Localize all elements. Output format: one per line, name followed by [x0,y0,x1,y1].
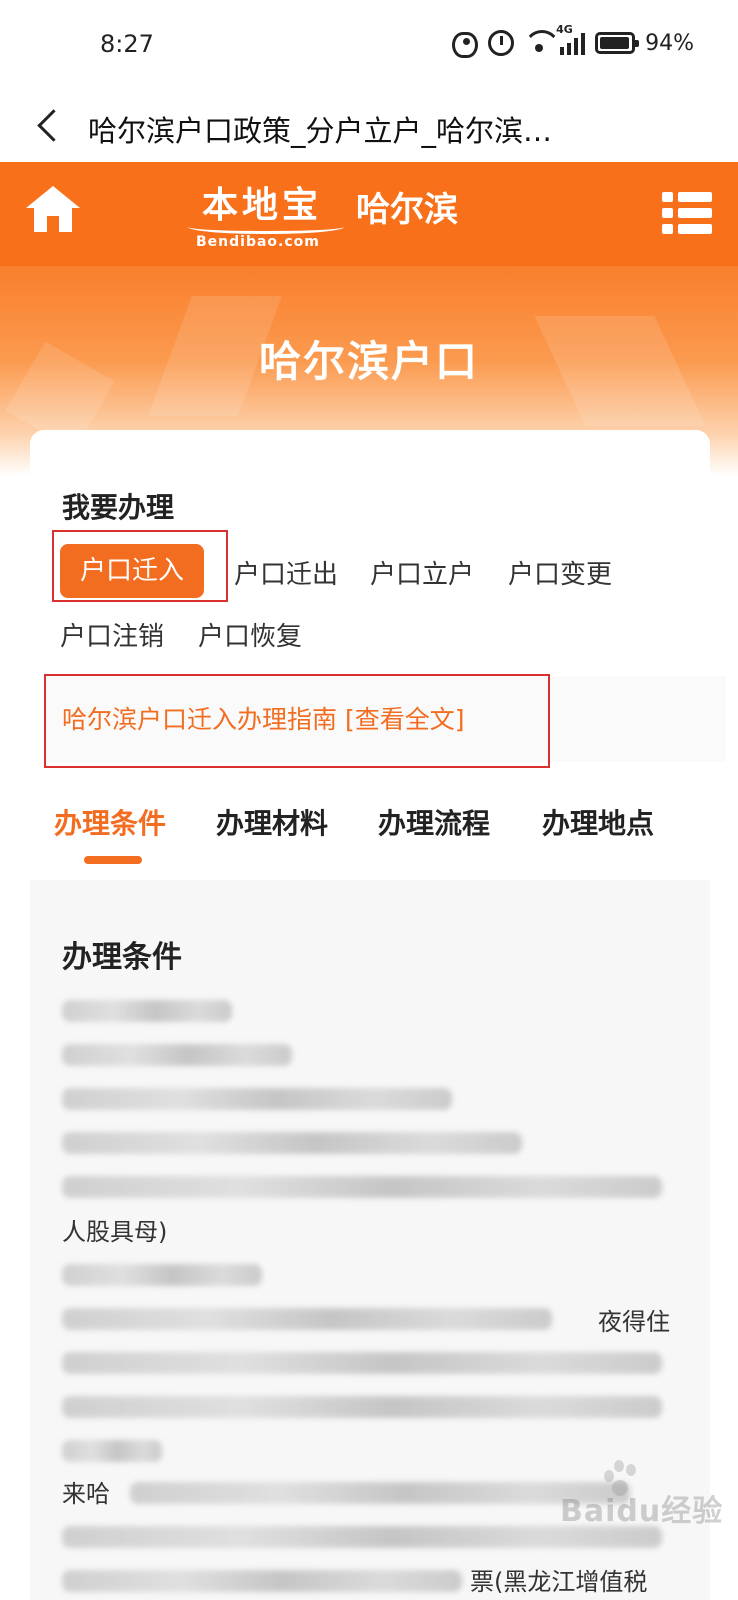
site-logo[interactable]: 本地宝 Bendibao.com [188,176,348,252]
section-heading: 我要办理 [62,491,175,524]
blurred-text-line [62,1308,552,1330]
site-header: 本地宝 Bendibao.com 哈尔滨 [0,162,738,266]
tag-hukou-cancel[interactable]: 户口注销 [60,616,164,653]
blurred-text-line [62,1088,452,1110]
eye-icon [452,32,479,58]
logo-subtext: Bendibao.com [196,234,320,250]
watermark: Baidu经验 [560,1494,724,1529]
battery-icon [595,32,640,54]
tab-location[interactable]: 办理地点 [542,802,654,842]
battery-level: 94% [645,30,694,56]
banner-title: 哈尔滨户口 [258,337,479,386]
tag-hukou-restore[interactable]: 户口恢复 [198,616,302,653]
service-card: 我要办理 户口迁入 户口迁出 户口立户 户口变更 户口注销 户口恢复 哈尔滨户口… [30,430,726,1600]
highlight-box-tag [52,530,228,602]
tab-conditions[interactable]: 办理条件 [54,802,166,842]
blurred-text-line [62,1352,662,1374]
wifi-icon [524,30,550,56]
back-arrow-icon[interactable] [30,104,70,148]
signal-icon: 4G [556,23,586,55]
tab-bar: 办理条件 办理材料 办理流程 办理地点 [30,802,710,872]
alarm-icon [488,30,515,56]
menu-icon[interactable] [662,192,712,234]
tab-indicator [84,856,142,864]
partial-text: 来哈 [62,1480,110,1508]
blurred-text-line [62,1176,662,1198]
blurred-text-line [62,1044,292,1066]
blurred-text-line [62,1000,232,1022]
status-bar: 8:27 4G 94% [0,0,738,92]
blurred-text-line [62,1132,522,1154]
tag-hukou-change[interactable]: 户口变更 [508,554,612,591]
tab-materials[interactable]: 办理材料 [216,802,328,842]
page-title: 哈尔滨户口政策_分户立户_哈尔滨… [88,114,553,148]
blurred-text-line [62,1396,662,1418]
partial-text: 票(黑龙江增值税 [470,1568,648,1596]
partial-text: 人股具母) [62,1218,168,1246]
blurred-text-line [62,1440,162,1462]
partial-text: 夜得住 [598,1308,670,1336]
city-name[interactable]: 哈尔滨 [356,182,458,231]
blurred-text-line [62,1570,462,1592]
blurred-text-line [62,1264,262,1286]
content-title: 办理条件 [62,940,182,975]
highlight-box-guide [44,674,550,768]
title-bar: 哈尔滨户口政策_分户立户_哈尔滨… [0,92,738,162]
network-type: 4G [556,23,573,36]
tag-hukou-establish[interactable]: 户口立户 [370,554,474,591]
status-time: 8:27 [100,30,154,58]
status-icons: 4G 94% [452,23,694,58]
tab-process[interactable]: 办理流程 [378,802,490,842]
blurred-text-line [130,1482,630,1504]
tag-hukou-move-out[interactable]: 户口迁出 [234,554,338,591]
home-icon[interactable] [26,186,80,236]
